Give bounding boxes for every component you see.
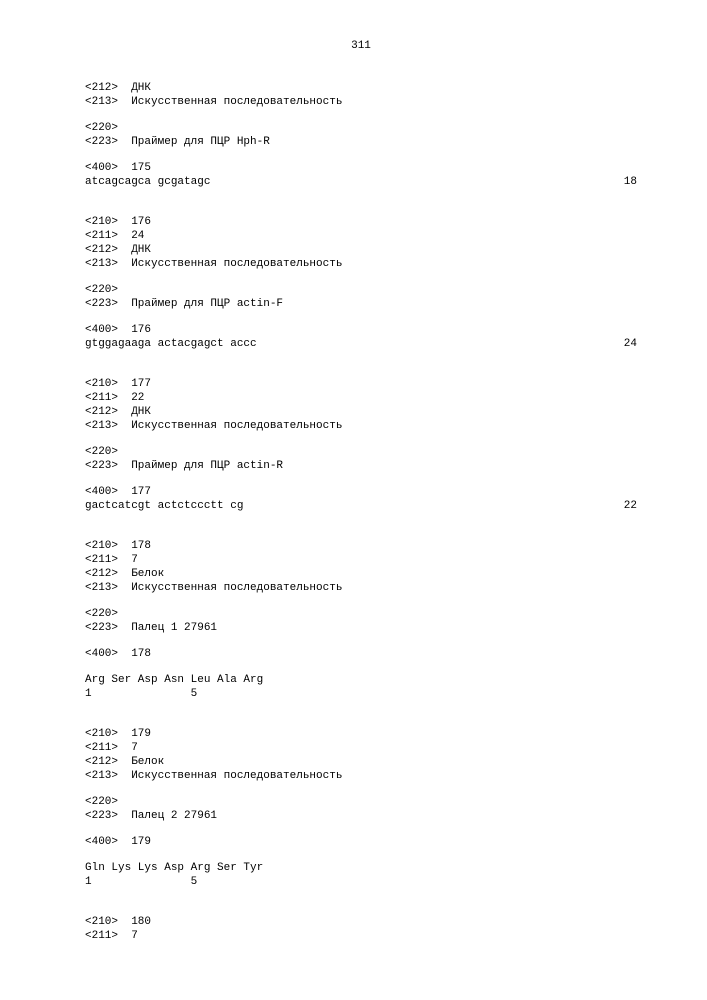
sequence-length: 22 xyxy=(624,500,637,512)
protein-sequence: Gln Lys Lys Asp Arg Ser Tyr xyxy=(85,862,637,874)
sequence-length: 18 xyxy=(624,176,637,188)
sequence-block: <400> 178 Arg Ser Asp Asn Leu Ala Arg 1 5 xyxy=(85,648,637,700)
entry-line: <213> Искусственная последовательность xyxy=(85,582,637,594)
entry-line: <223> Праймер для ПЦР actin-R xyxy=(85,460,637,472)
sequence-line: gtggagaaga actacgagct accc24 xyxy=(85,338,637,350)
page-number: 311 xyxy=(85,40,637,52)
protein-header: <400> 178 xyxy=(85,648,637,660)
protein-position-numbers: 1 5 xyxy=(85,876,637,888)
sequence-text: gactcatcgt actctccctt cg xyxy=(85,500,624,512)
sequence-block: <400> 176 gtggagaaga actacgagct accc24 xyxy=(85,324,637,350)
entry-line: <211> 7 xyxy=(85,742,637,754)
sequence-block: <400> 177 gactcatcgt actctccctt cg22 xyxy=(85,486,637,512)
entry-line: <212> ДНК xyxy=(85,82,637,94)
entry-line: <223> Праймер для ПЦР actin-F xyxy=(85,298,637,310)
entry-line: <212> ДНК xyxy=(85,244,637,256)
sequence-block: <220> <223> Палец 2 27961 xyxy=(85,796,637,822)
entry-line: <210> 177 xyxy=(85,378,637,390)
sequence-block: <210> 177 <211> 22 <212> ДНК <213> Искусств… xyxy=(85,378,637,432)
entry-line: <212> Белок xyxy=(85,568,637,580)
sequence-text: gtggagaaga actacgagct accc xyxy=(85,338,624,350)
entry-line: <220> xyxy=(85,796,637,808)
sequence-header: <400> 177 xyxy=(85,486,637,498)
entry-line: <210> 176 xyxy=(85,216,637,228)
entry-line: <212> Белок xyxy=(85,756,637,768)
protein-sequence: Arg Ser Asp Asn Leu Ala Arg xyxy=(85,674,637,686)
entry-line: <213> Искусственная последовательность xyxy=(85,770,637,782)
entry-line: <213> Искусственная последовательность xyxy=(85,258,637,270)
entry-line: <210> 178 xyxy=(85,540,637,552)
entry-line: <220> xyxy=(85,284,637,296)
entry-line: <223> Праймер для ПЦР Hph-R xyxy=(85,136,637,148)
sequence-block: <210> 179 <211> 7 <212> Белок <213> Искусст… xyxy=(85,728,637,782)
entry-line: <210> 180 xyxy=(85,916,637,928)
sequence-header: <400> 175 xyxy=(85,162,637,174)
sequence-length: 24 xyxy=(624,338,637,350)
sequence-block: <400> 175 atcagcagca gcgatagc18 xyxy=(85,162,637,188)
entry-line: <211> 24 xyxy=(85,230,637,242)
entry-line: <223> Палец 2 27961 xyxy=(85,810,637,822)
entry-line: <220> xyxy=(85,608,637,620)
entry-line: <220> xyxy=(85,122,637,134)
sequence-listing-content: <212> ДНК <213> Искусственная последовате… xyxy=(85,82,637,942)
entry-line: <213> Искусственная последовательность xyxy=(85,420,637,432)
entry-line: <211> 7 xyxy=(85,930,637,942)
entry-line: <223> Палец 1 27961 xyxy=(85,622,637,634)
sequence-block: <210> 180 <211> 7 xyxy=(85,916,637,942)
entry-line: <220> xyxy=(85,446,637,458)
entry-line: <211> 22 xyxy=(85,392,637,404)
protein-header: <400> 179 xyxy=(85,836,637,848)
sequence-block: <220> <223> Праймер для ПЦР Hph-R xyxy=(85,122,637,148)
sequence-block: <400> 179 Gln Lys Lys Asp Arg Ser Tyr 1 5 xyxy=(85,836,637,888)
sequence-block: <220> <223> Палец 1 27961 xyxy=(85,608,637,634)
sequence-block: <220> <223> Праймер для ПЦР actin-R xyxy=(85,446,637,472)
sequence-line: gactcatcgt actctccctt cg22 xyxy=(85,500,637,512)
sequence-block: <212> ДНК <213> Искусственная последовате… xyxy=(85,82,637,108)
entry-line: <210> 179 xyxy=(85,728,637,740)
sequence-block: <210> 178 <211> 7 <212> Белок <213> Искусст… xyxy=(85,540,637,594)
sequence-text: atcagcagca gcgatagc xyxy=(85,176,624,188)
entry-line: <212> ДНК xyxy=(85,406,637,418)
entry-line: <213> Искусственная последовательность xyxy=(85,96,637,108)
sequence-block: <220> <223> Праймер для ПЦР actin-F xyxy=(85,284,637,310)
entry-line: <211> 7 xyxy=(85,554,637,566)
sequence-block: <210> 176 <211> 24 <212> ДНК <213> Искусств… xyxy=(85,216,637,270)
protein-position-numbers: 1 5 xyxy=(85,688,637,700)
sequence-line: atcagcagca gcgatagc18 xyxy=(85,176,637,188)
sequence-header: <400> 176 xyxy=(85,324,637,336)
